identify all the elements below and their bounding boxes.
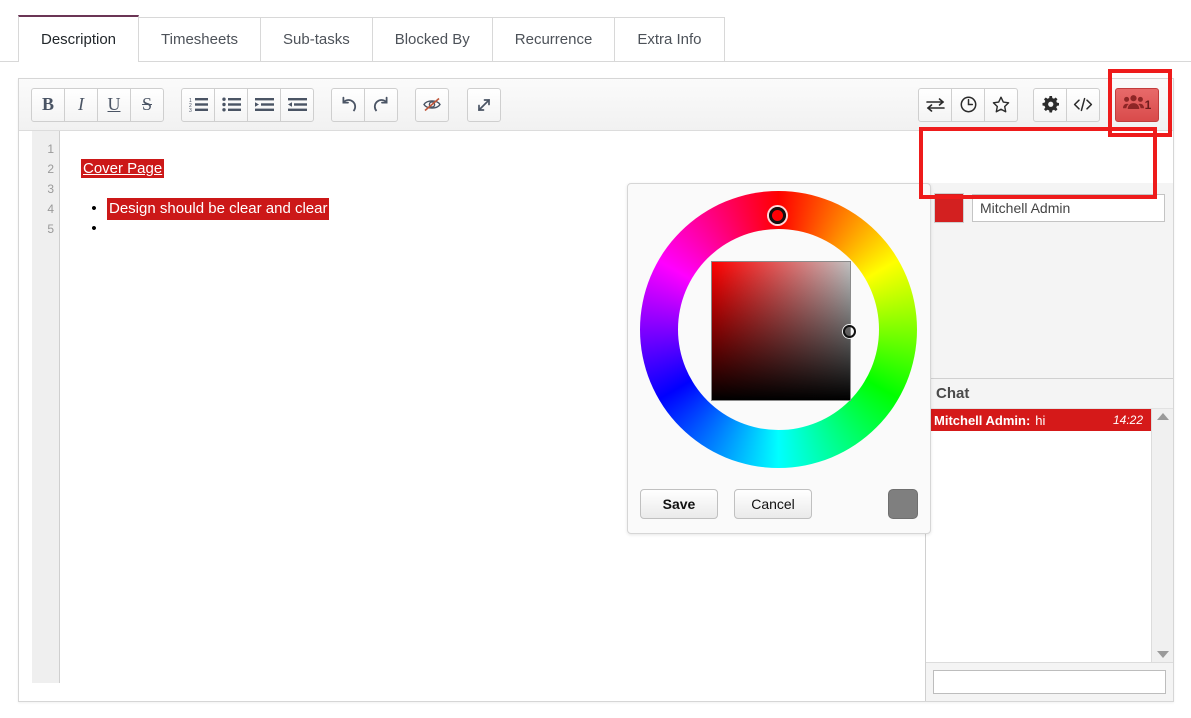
color-picker-save-button[interactable]: Save	[640, 489, 718, 519]
settings-group	[1033, 87, 1100, 122]
heading-text: Cover Page	[81, 159, 165, 178]
underline-icon: U	[107, 94, 121, 114]
tab-label: Extra Info	[637, 31, 702, 48]
text-format-group: B I U S	[31, 87, 164, 122]
app-root: Description Timesheets Sub-tasks Blocked…	[0, 0, 1191, 718]
line-number: 1	[47, 142, 54, 156]
clock-icon	[960, 96, 977, 113]
color-picker-cancel-button[interactable]: Cancel	[734, 489, 812, 519]
color-preview-swatch	[888, 489, 918, 519]
redo-icon	[372, 96, 391, 114]
chat-message-time: 14:22	[1112, 413, 1143, 427]
italic-button[interactable]: I	[64, 87, 98, 122]
document-line-blank	[81, 139, 923, 159]
chat-input[interactable]	[933, 670, 1166, 694]
document-line-heading[interactable]: Cover Page	[81, 159, 923, 179]
color-picker-actions: Save Cancel	[640, 489, 918, 519]
hide-button[interactable]	[415, 87, 449, 122]
favorite-button[interactable]	[984, 87, 1018, 122]
undo-button[interactable]	[331, 87, 365, 122]
tools-group	[918, 87, 1018, 122]
tab-recurrence[interactable]: Recurrence	[491, 17, 616, 61]
editor-frame: B I U S 123 1 1 2 3 4 5 Cover Page • Des…	[18, 78, 1174, 702]
line-number: 3	[47, 182, 54, 196]
svg-text:3: 3	[189, 108, 192, 112]
unordered-list-icon	[221, 97, 241, 112]
tab-label: Description	[41, 30, 117, 48]
unordered-list-button[interactable]	[214, 87, 248, 122]
chat-message-text: hi	[1035, 412, 1046, 428]
list-group: 123	[181, 87, 314, 122]
chat-title: Chat	[936, 385, 970, 402]
underline-button[interactable]: U	[97, 87, 131, 122]
gear-icon	[1042, 96, 1059, 113]
saturation-value-handle[interactable]	[843, 325, 856, 338]
chat-scrollbar[interactable]	[1151, 409, 1173, 662]
collaborators-count: 1	[1144, 97, 1152, 112]
line-number: 4	[47, 202, 54, 216]
line-number: 2	[47, 162, 54, 176]
bold-button[interactable]: B	[31, 87, 65, 122]
indent-icon	[254, 97, 274, 112]
chat-message[interactable]: Mitchell Admin: hi 14:22	[926, 409, 1151, 431]
line-number: 5	[47, 222, 54, 236]
users-panel: Mitchell Admin	[926, 183, 1173, 379]
star-icon	[992, 96, 1010, 113]
bullet-text: Design should be clear and clear	[107, 198, 330, 220]
chat-message-list: Mitchell Admin: hi 14:22	[926, 409, 1151, 662]
tab-label: Recurrence	[514, 31, 593, 48]
tab-blocked-by[interactable]: Blocked By	[371, 17, 493, 61]
tab-sub-tasks[interactable]: Sub-tasks	[260, 17, 373, 61]
ordered-list-button[interactable]: 123	[181, 87, 215, 122]
strikethrough-icon: S	[141, 94, 152, 114]
user-name-text: Mitchell Admin	[980, 200, 1071, 216]
settings-button[interactable]	[1033, 87, 1067, 122]
code-icon	[1073, 97, 1093, 112]
history-group	[331, 87, 398, 122]
collaboration-sidebar: Mitchell Admin Chat Mitchell Admin: hi 1…	[925, 183, 1173, 701]
source-code-button[interactable]	[1066, 87, 1100, 122]
eye-slash-icon	[422, 97, 442, 112]
tab-description[interactable]: Description	[18, 15, 140, 62]
user-color-swatch[interactable]	[934, 193, 964, 223]
line-number-gutter: 1 2 3 4 5	[32, 131, 60, 683]
users-icon	[1122, 94, 1144, 115]
transfer-arrows-icon	[925, 97, 945, 112]
collaborators-button[interactable]: 1	[1115, 87, 1159, 122]
editor-surface[interactable]: 1 2 3 4 5 Cover Page Design should be cl…	[19, 131, 1173, 701]
tab-label: Timesheets	[161, 31, 239, 48]
ordered-list-icon: 123	[189, 97, 208, 112]
expand-button[interactable]	[467, 87, 501, 122]
tab-label: Sub-tasks	[283, 31, 350, 48]
tab-bar: Description Timesheets Sub-tasks Blocked…	[0, 0, 1191, 62]
hue-handle[interactable]	[769, 207, 786, 224]
expand-group	[467, 87, 501, 122]
editor-toolbar: B I U S 123 1	[19, 79, 1173, 131]
user-row[interactable]: Mitchell Admin	[934, 193, 1165, 223]
indent-button[interactable]	[247, 87, 281, 122]
redo-button[interactable]	[364, 87, 398, 122]
tab-timesheets[interactable]: Timesheets	[138, 17, 262, 61]
saturation-value-square[interactable]	[711, 261, 851, 401]
scroll-down-arrow-icon[interactable]	[1156, 651, 1169, 658]
chat-message-author: Mitchell Admin:	[934, 412, 1031, 428]
user-name-input[interactable]: Mitchell Admin	[972, 194, 1165, 222]
italic-icon: I	[78, 94, 84, 114]
outdent-icon	[287, 97, 307, 112]
transfer-button[interactable]	[918, 87, 952, 122]
chat-header: Chat	[926, 379, 1173, 409]
outdent-button[interactable]	[280, 87, 314, 122]
expand-icon	[475, 96, 493, 114]
chat-input-wrap	[926, 662, 1173, 701]
strikethrough-button[interactable]: S	[130, 87, 164, 122]
history-clock-button[interactable]	[951, 87, 985, 122]
color-picker-dialog[interactable]: Save Cancel	[627, 183, 931, 534]
hide-group	[415, 87, 449, 122]
scroll-up-arrow-icon[interactable]	[1156, 413, 1169, 420]
bold-icon: B	[41, 94, 54, 114]
chat-body: Mitchell Admin: hi 14:22	[926, 409, 1173, 662]
tab-extra-info[interactable]: Extra Info	[614, 17, 725, 61]
tab-label: Blocked By	[394, 31, 470, 48]
undo-icon	[339, 96, 358, 114]
